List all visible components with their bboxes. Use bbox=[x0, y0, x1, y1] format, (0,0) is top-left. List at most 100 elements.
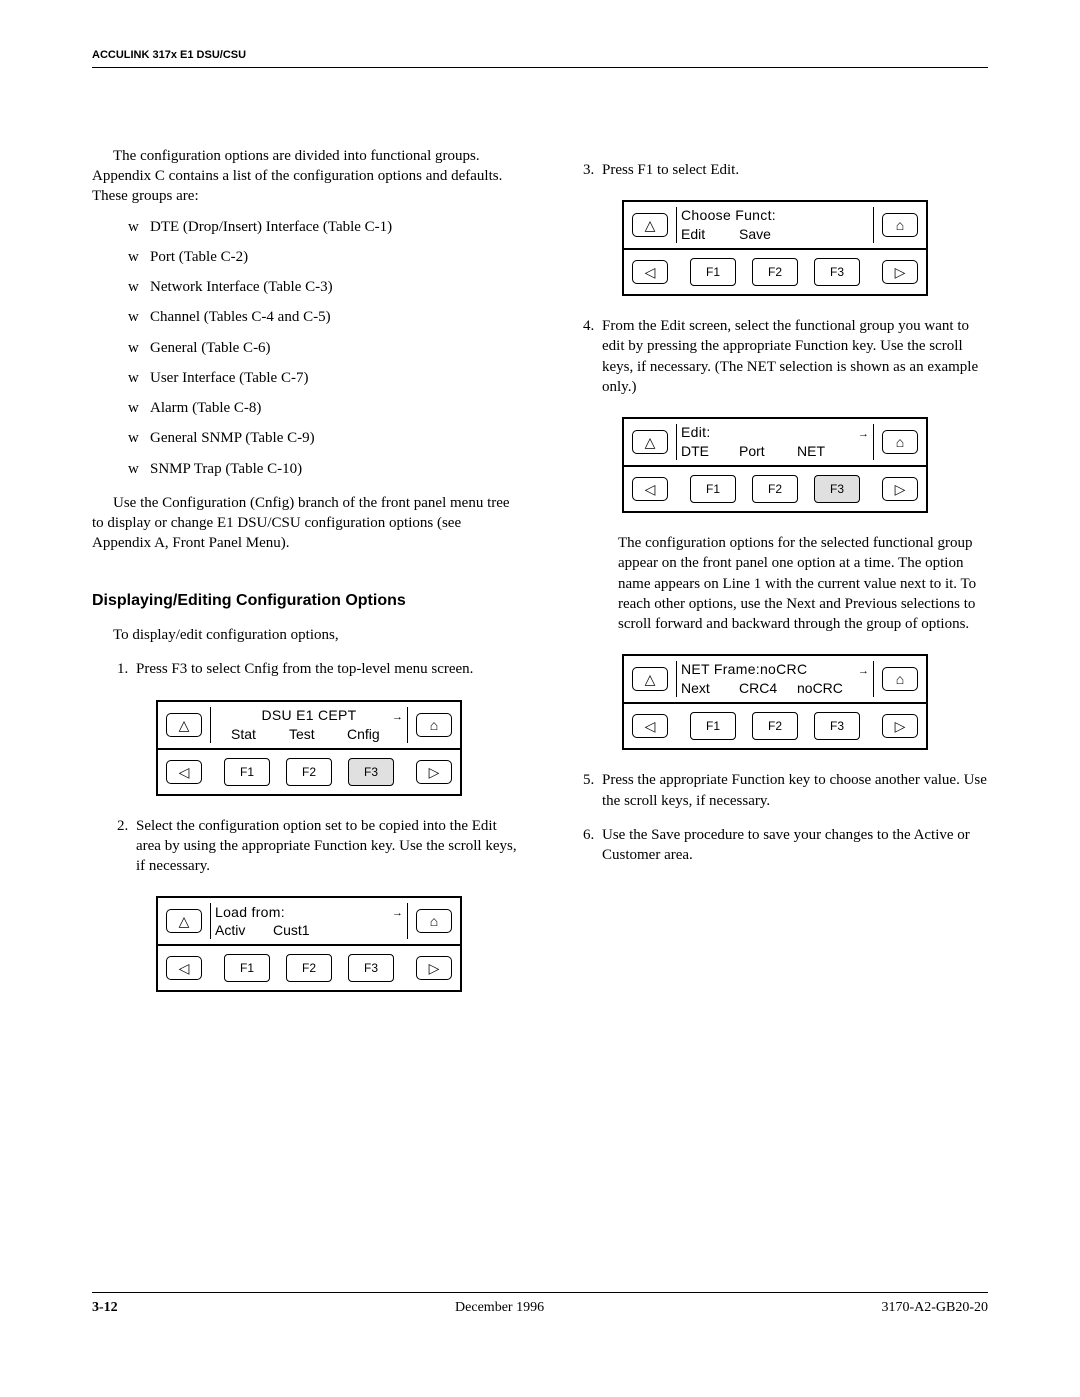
config-group-label: General SNMP (Table C-9) bbox=[150, 430, 315, 446]
config-group-label: Alarm (Table C-8) bbox=[150, 400, 261, 416]
config-group-item: wGeneral (Table C-6) bbox=[128, 338, 522, 358]
config-group-item: wPort (Table C-2) bbox=[128, 247, 522, 267]
function-keys: F1 F2 F3 bbox=[676, 258, 874, 286]
config-group-label: General (Table C-6) bbox=[150, 340, 271, 356]
more-arrow-icon: → bbox=[858, 427, 869, 442]
home-icon[interactable]: ⌂ bbox=[882, 667, 918, 691]
right-icon[interactable]: ▷ bbox=[882, 714, 918, 738]
up-icon[interactable]: △ bbox=[632, 667, 668, 691]
f1-button[interactable]: F1 bbox=[690, 258, 736, 286]
step-5: Press the appropriate Function key to ch… bbox=[598, 770, 988, 811]
config-group-item: wGeneral SNMP (Table C-9) bbox=[128, 428, 522, 448]
right-icon[interactable]: ▷ bbox=[416, 956, 452, 980]
config-group-label: Channel (Tables C-4 and C-5) bbox=[150, 309, 331, 325]
step-6: Use the Save procedure to save your chan… bbox=[598, 825, 988, 866]
left-icon[interactable]: ◁ bbox=[632, 714, 668, 738]
f3-button[interactable]: F3 bbox=[814, 475, 860, 503]
config-group-item: wSNMP Trap (Table C-10) bbox=[128, 459, 522, 479]
lcd-line1: Load from: bbox=[215, 903, 403, 922]
lcd-softkeys: Edit Save bbox=[681, 225, 869, 244]
f2-button[interactable]: F2 bbox=[286, 758, 332, 786]
step-text: Press F3 to select Cnfig from the top-le… bbox=[136, 661, 473, 677]
f3-button[interactable]: F3 bbox=[814, 258, 860, 286]
f3-button[interactable]: F3 bbox=[348, 954, 394, 982]
home-icon[interactable]: ⌂ bbox=[882, 430, 918, 454]
lcd-panel-3: △ Choose Funct: Edit Save ⌂ ◁ bbox=[622, 200, 928, 296]
home-icon[interactable]: ⌂ bbox=[882, 213, 918, 237]
step-text: Press the appropriate Function key to ch… bbox=[602, 772, 987, 808]
config-group-item: wAlarm (Table C-8) bbox=[128, 398, 522, 418]
more-arrow-icon: → bbox=[858, 664, 869, 679]
content-columns: The configuration options are divided in… bbox=[92, 146, 988, 1013]
f1-button[interactable]: F1 bbox=[690, 712, 736, 740]
right-column: Press F1 to select Edit. △ Choose Funct:… bbox=[558, 146, 988, 1013]
f3-button[interactable]: F3 bbox=[814, 712, 860, 740]
left-icon[interactable]: ◁ bbox=[632, 260, 668, 284]
f2-button[interactable]: F2 bbox=[752, 475, 798, 503]
step-text: Use the Save procedure to save your chan… bbox=[602, 827, 970, 863]
f2-button[interactable]: F2 bbox=[286, 954, 332, 982]
left-icon[interactable]: ◁ bbox=[166, 956, 202, 980]
lcd-screen: DSU E1 CEPT Stat Test Cnfig → bbox=[210, 707, 408, 743]
config-group-item: wChannel (Tables C-4 and C-5) bbox=[128, 307, 522, 327]
step-3: Press F1 to select Edit. △ Choose Funct:… bbox=[598, 160, 988, 296]
step-text: From the Edit screen, select the functio… bbox=[602, 318, 978, 395]
config-group-label: DTE (Drop/Insert) Interface (Table C-1) bbox=[150, 219, 392, 235]
f1-button[interactable]: F1 bbox=[224, 954, 270, 982]
softkey-label: Edit bbox=[681, 225, 721, 244]
steps-left: Press F3 to select Cnfig from the top-le… bbox=[92, 659, 522, 992]
after-step4-paragraph: The configuration options for the select… bbox=[618, 533, 988, 634]
steps-right-2: Press the appropriate Function key to ch… bbox=[558, 770, 988, 865]
home-icon[interactable]: ⌂ bbox=[416, 909, 452, 933]
up-icon[interactable]: △ bbox=[632, 213, 668, 237]
config-group-label: Network Interface (Table C-3) bbox=[150, 279, 333, 295]
function-keys: F1 F2 F3 bbox=[210, 954, 408, 982]
lcd-line1: Edit: bbox=[681, 423, 869, 442]
softkey-label: Stat bbox=[231, 725, 271, 744]
lcd-softkeys: DTE Port NET bbox=[681, 442, 869, 461]
up-icon[interactable]: △ bbox=[632, 430, 668, 454]
lcd-screen: NET Frame:noCRC Next CRC4 noCRC → bbox=[676, 661, 874, 697]
to-display-paragraph: To display/edit configuration options, bbox=[92, 625, 522, 645]
up-icon[interactable]: △ bbox=[166, 909, 202, 933]
lcd-line1: DSU E1 CEPT bbox=[261, 706, 356, 725]
softkey-label: DTE bbox=[681, 442, 721, 461]
f3-button[interactable]: F3 bbox=[348, 758, 394, 786]
lcd-softkeys: Next CRC4 noCRC bbox=[681, 679, 869, 698]
lcd-softkeys: Stat Test Cnfig bbox=[217, 725, 401, 744]
f2-button[interactable]: F2 bbox=[752, 712, 798, 740]
function-keys: F1 F2 F3 bbox=[210, 758, 408, 786]
softkey-label: Next bbox=[681, 679, 721, 698]
right-icon[interactable]: ▷ bbox=[882, 260, 918, 284]
section-title: Displaying/Editing Configuration Options bbox=[92, 590, 522, 612]
f2-button[interactable]: F2 bbox=[752, 258, 798, 286]
page-header: ACCULINK 317x E1 DSU/CSU bbox=[92, 48, 988, 68]
right-icon[interactable]: ▷ bbox=[416, 760, 452, 784]
f1-button[interactable]: F1 bbox=[224, 758, 270, 786]
footer-date: December 1996 bbox=[455, 1299, 544, 1318]
config-group-label: User Interface (Table C-7) bbox=[150, 370, 308, 386]
f1-button[interactable]: F1 bbox=[690, 475, 736, 503]
step-1: Press F3 to select Cnfig from the top-le… bbox=[132, 659, 522, 795]
lcd-line1: NET Frame:noCRC bbox=[681, 660, 869, 679]
step-text: Press F1 to select Edit. bbox=[602, 162, 739, 178]
config-group-item: wUser Interface (Table C-7) bbox=[128, 368, 522, 388]
softkey-label: Test bbox=[289, 725, 329, 744]
config-group-list: wDTE (Drop/Insert) Interface (Table C-1)… bbox=[92, 217, 522, 479]
up-icon[interactable]: △ bbox=[166, 713, 202, 737]
left-icon[interactable]: ◁ bbox=[632, 477, 668, 501]
home-icon[interactable]: ⌂ bbox=[416, 713, 452, 737]
right-icon[interactable]: ▷ bbox=[882, 477, 918, 501]
doc-number: 3170-A2-GB20-20 bbox=[881, 1299, 988, 1318]
steps-right-1: Press F1 to select Edit. △ Choose Funct:… bbox=[558, 160, 988, 751]
config-group-label: Port (Table C-2) bbox=[150, 249, 248, 265]
softkey-label: Save bbox=[739, 225, 779, 244]
lcd-panel-4: △ Edit: DTE Port NET → ⌂ bbox=[622, 417, 928, 513]
left-column: The configuration options are divided in… bbox=[92, 146, 522, 1013]
softkey-label: Cnfig bbox=[347, 725, 387, 744]
left-icon[interactable]: ◁ bbox=[166, 760, 202, 784]
lcd-panel-2: △ Load from: Activ Cust1 → ⌂ ◁ bbox=[156, 896, 462, 992]
lcd-line1: Choose Funct: bbox=[681, 206, 869, 225]
softkey-label: Port bbox=[739, 442, 779, 461]
intro-paragraph: The configuration options are divided in… bbox=[92, 146, 522, 207]
